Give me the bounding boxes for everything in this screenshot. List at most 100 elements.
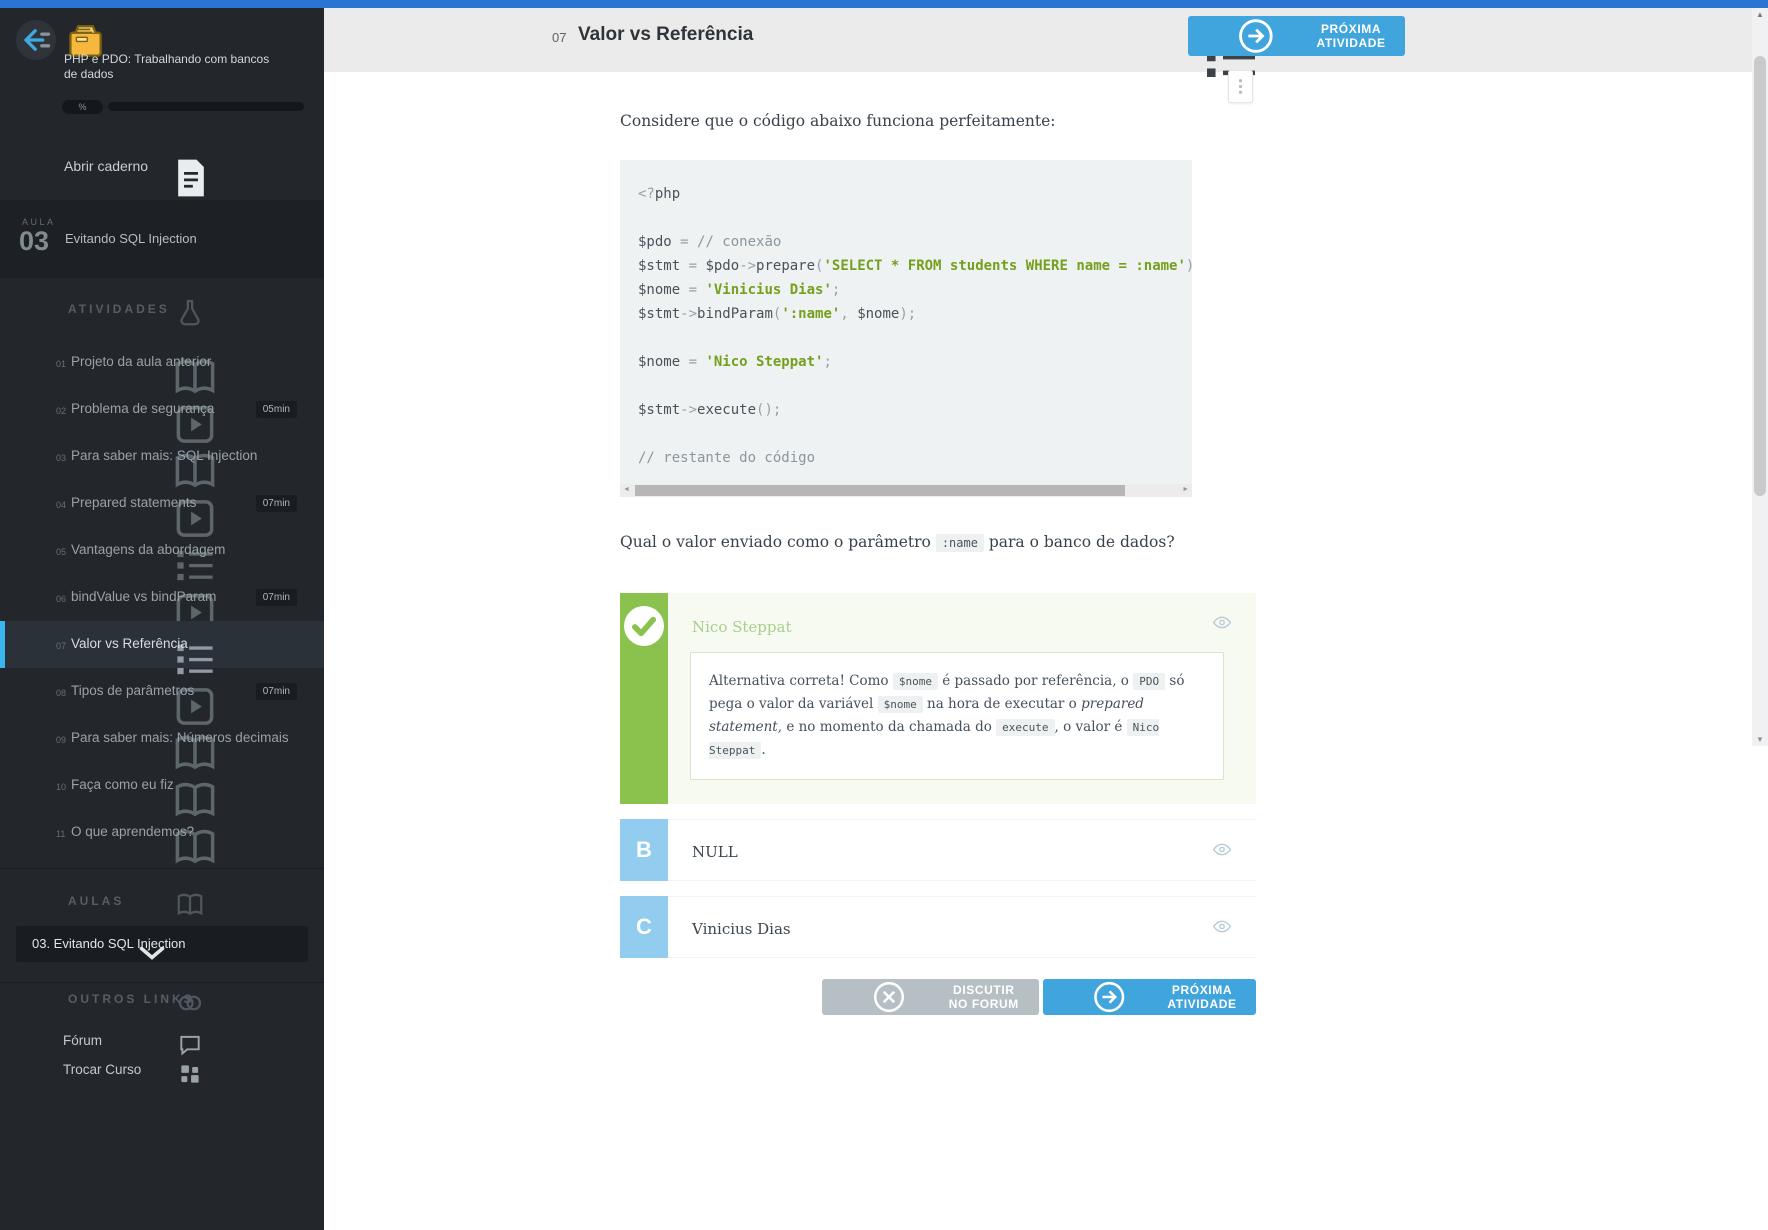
activity-duration-badge: 07min [255, 589, 297, 606]
answer-option-correct[interactable]: Nico Steppat Alternativa correta! Como $… [620, 593, 1256, 804]
activity-duration-badge: 05min [255, 401, 297, 418]
activity-number: 05 [56, 547, 67, 557]
section-divider [0, 868, 324, 869]
option-letter-column: B [620, 818, 668, 881]
discuss-forum-button[interactable]: DISCUTIR NO FORUM [822, 978, 1039, 1015]
eye-icon[interactable] [1212, 919, 1232, 934]
scroll-down-arrow-icon[interactable]: ▼ [1752, 735, 1768, 744]
progress-percent-badge: % [62, 100, 103, 114]
activity-number: 04 [56, 500, 67, 510]
sidebar-item-open-notebook[interactable]: Abrir caderno [0, 150, 324, 197]
footer-actions: DISCUTIR NO FORUM PRÓXIMA ATIVIDADE [620, 978, 1256, 1015]
activity-index: 07 [552, 30, 567, 45]
forum-circle-icon [840, 979, 938, 1015]
activity-number: 02 [56, 406, 67, 416]
activity-label: Tipos de parâmetros [71, 683, 195, 698]
trocar-curso-label: Trocar Curso [63, 1062, 142, 1077]
sidebar-activity-08[interactable]: 08 Tipos de parâmetros 07min [0, 668, 324, 725]
collapse-sidebar-button[interactable] [16, 20, 56, 60]
next-activity-button-bottom[interactable]: PRÓXIMA ATIVIDADE [1042, 978, 1256, 1015]
activity-number: 01 [56, 359, 67, 369]
aula-select[interactable]: 03. Evitando SQL Injection [16, 926, 308, 962]
sidebar-activity-02[interactable]: 02 Problema de segurança 05min [0, 386, 324, 443]
answer-label: Nico Steppat [692, 618, 792, 636]
eye-icon[interactable] [1212, 615, 1232, 630]
activity-label: Para saber mais: SQL Injection [71, 448, 258, 463]
top-accent-bar [0, 0, 1768, 8]
discuss-forum-label: DISCUTIR NO FORUM [948, 982, 1019, 1011]
question-text: Qual o valor enviado como o parâmetro :n… [620, 533, 1175, 552]
sidebar-activity-10[interactable]: 10 Faça como eu fiz [0, 762, 324, 817]
activity-label: Faça como eu fiz [71, 777, 174, 792]
sidebar-activity-05[interactable]: 05 Vantagens da abordagem [0, 527, 324, 581]
activity-label: Prepared statements [71, 495, 197, 510]
page-title: Valor vs Referência [578, 24, 754, 45]
sidebar-activity-09[interactable]: 09 Para saber mais: Números decimais [0, 715, 324, 770]
arrow-right-circle-icon [1206, 16, 1306, 56]
open-notebook-label: Abrir caderno [64, 158, 149, 174]
sidebar-activity-04[interactable]: 04 Prepared statements 07min [0, 480, 324, 537]
arrow-right-circle-icon [1061, 979, 1157, 1015]
sidebar-activity-03[interactable]: 03 Para saber mais: SQL Injection [0, 433, 324, 488]
lesson-number: 03 [19, 226, 50, 256]
scrollbar-thumb[interactable] [635, 485, 1125, 496]
activity-duration-badge: 07min [255, 495, 297, 512]
activity-label: Vantagens da abordagem [71, 542, 226, 557]
code-lines: <?php $pdo = // conexão $stmt = $pdo->pre… [638, 186, 1192, 466]
more-options-button[interactable] [1228, 70, 1253, 103]
activity-number: 08 [56, 688, 67, 698]
course-sidebar: PHP e PDO: Trabalhando com bancos de dad… [0, 0, 324, 1230]
activity-content: Considere que o código abaixo funciona p… [324, 72, 1752, 1230]
option-letter: B [636, 836, 652, 862]
scroll-left-arrow-icon[interactable]: ◄ [623, 486, 630, 493]
activity-duration-badge: 07min [255, 683, 297, 700]
sidebar-item-trocar-curso[interactable]: Trocar Curso [0, 1059, 324, 1085]
correct-marker-column [620, 593, 668, 804]
lesson-title: Evitando SQL Injection [65, 231, 197, 246]
progress-bar [108, 102, 304, 111]
current-lesson-banner: AULA 03 Evitando SQL Injection [0, 200, 324, 278]
section-divider [0, 982, 324, 983]
scroll-up-arrow-icon[interactable]: ▲ [1752, 10, 1768, 19]
answer-option-c[interactable]: C Vinicius Dias [620, 895, 1256, 958]
activity-label: Projeto da aula anterior [71, 354, 212, 369]
activity-label: O que aprendemos? [71, 824, 195, 839]
scroll-right-arrow-icon[interactable]: ► [1182, 486, 1189, 493]
code-block: <?php $pdo = // conexão $stmt = $pdo->pre… [620, 160, 1192, 497]
activities-list: 01 Projeto da aula anterior 02 Problema de … [0, 339, 324, 864]
kebab-menu-icon [1229, 71, 1252, 102]
activity-header: 07 Valor vs Referência PRÓXIMA ATIVIDADE [324, 8, 1752, 77]
answer-label: Vinicius Dias [692, 919, 791, 938]
aulas-header-label: AULAS [68, 894, 125, 908]
activities-header-label: ATIVIDADES [68, 302, 170, 316]
answer-option-b[interactable]: B NULL [620, 818, 1256, 881]
scrollbar-thumb[interactable] [1754, 56, 1766, 496]
activities-section-header: ATIVIDADES [0, 298, 324, 328]
course-title: PHP e PDO: Trabalhando com bancos de dad… [64, 52, 270, 81]
sidebar-activity-06[interactable]: 06 bindValue vs bindParam 07min [0, 574, 324, 631]
activity-number: 11 [56, 829, 66, 839]
question-intro: Considere que o código abaixo funciona p… [620, 112, 1056, 130]
main-area: 07 Valor vs Referência PRÓXIMA ATIVIDADE… [324, 8, 1752, 1230]
sidebar-activity-01[interactable]: 01 Projeto da aula anterior [0, 339, 324, 394]
eye-icon[interactable] [1212, 842, 1232, 857]
collapse-icon [16, 20, 56, 60]
option-letter-column: C [620, 895, 668, 958]
activity-label: Valor vs Referência [71, 636, 188, 651]
page-vertical-scrollbar[interactable]: ▲ ▼ [1752, 8, 1768, 746]
app-window: PHP e PDO: Trabalhando com bancos de dad… [0, 0, 1768, 1230]
option-letter: C [636, 913, 652, 939]
activity-label: bindValue vs bindParam [71, 589, 217, 604]
next-activity-label: PRÓXIMA ATIVIDADE [1167, 982, 1237, 1011]
forum-label: Fórum [63, 1033, 103, 1048]
check-icon [624, 606, 664, 646]
next-activity-label: PRÓXIMA ATIVIDADE [1316, 22, 1386, 50]
sidebar-activity-07[interactable]: 07 Valor vs Referência [0, 621, 324, 675]
sidebar-item-forum[interactable]: Fórum [0, 1030, 324, 1056]
activity-label: Para saber mais: Números decimais [71, 730, 289, 745]
activity-number: 10 [56, 782, 67, 792]
next-activity-button-top[interactable]: PRÓXIMA ATIVIDADE [1188, 16, 1406, 56]
sidebar-activity-11[interactable]: 11 O que aprendemos? [0, 809, 324, 864]
answer-options: Nico Steppat Alternativa correta! Como $… [620, 593, 1256, 958]
code-horizontal-scrollbar[interactable]: ◄ ► [620, 484, 1192, 497]
